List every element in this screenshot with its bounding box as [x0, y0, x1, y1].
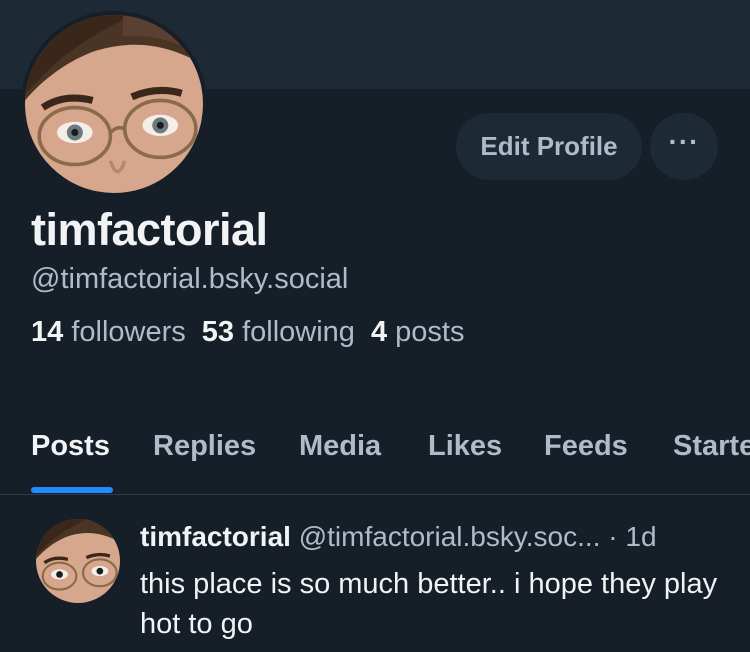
posts-count: 4 — [370, 316, 388, 348]
tab-media[interactable]: Media — [299, 430, 381, 463]
following-label: following — [242, 316, 355, 348]
post-author-handle[interactable]: @timfactorial.bsky.soc... — [299, 521, 601, 552]
ellipsis-icon: ··· — [668, 125, 700, 157]
followers-stat[interactable]: 14 followers — [31, 316, 186, 348]
posts-stat: 4 posts — [371, 316, 465, 348]
following-count: 53 — [201, 316, 235, 348]
post-timestamp[interactable]: 1d — [625, 521, 656, 552]
followers-label: followers — [71, 316, 186, 348]
tab-likes[interactable]: Likes — [428, 430, 502, 463]
followers-count: 14 — [31, 316, 64, 348]
following-stat[interactable]: 53 following — [202, 316, 355, 348]
post-header: timfactorial @timfactorial.bsky.soc... ·… — [140, 521, 657, 553]
profile-tabs: Posts Replies Media Likes Feeds Starte — [0, 420, 750, 495]
active-tab-indicator — [31, 487, 113, 493]
post-author-name[interactable]: timfactorial — [140, 521, 291, 552]
profile-display-name: timfactorial — [31, 204, 268, 255]
posts-label: posts — [395, 316, 465, 348]
post-meta-separator: · — [608, 521, 618, 552]
tab-starter-packs[interactable]: Starte — [673, 430, 750, 463]
tab-posts[interactable]: Posts — [31, 430, 110, 463]
post-text: this place is so much better.. i hope th… — [140, 568, 718, 640]
tab-feeds[interactable]: Feeds — [544, 430, 628, 463]
edit-profile-button[interactable]: Edit Profile — [456, 113, 642, 180]
feed-post[interactable]: timfactorial @timfactorial.bsky.soc... ·… — [0, 495, 750, 652]
more-options-button[interactable]: ··· — [650, 113, 718, 180]
tab-replies[interactable]: Replies — [153, 430, 256, 463]
profile-stats: 14 followers 53 following 4 posts — [31, 316, 464, 349]
profile-handle: @timfactorial.bsky.social — [31, 263, 349, 295]
profile-avatar[interactable] — [21, 11, 207, 197]
post-author-avatar[interactable] — [36, 519, 120, 603]
